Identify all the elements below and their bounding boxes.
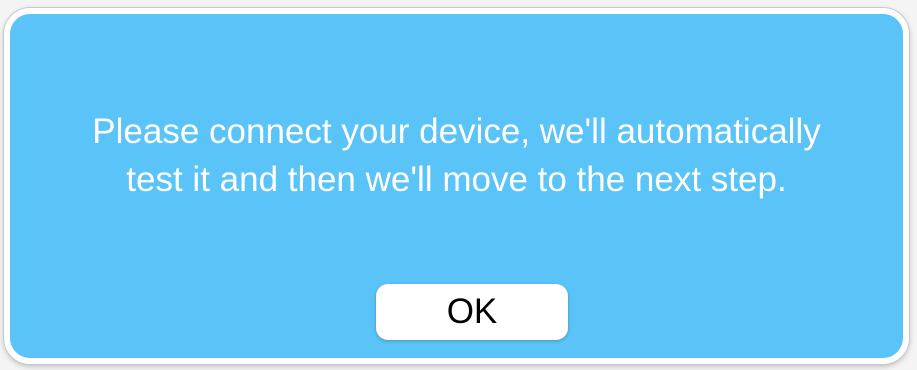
dialog-message: Please connect your device, we'll automa… bbox=[10, 108, 903, 204]
dialog-message-line-2: test it and then we'll move to the next … bbox=[126, 160, 787, 199]
ok-button[interactable]: OK bbox=[376, 284, 568, 340]
connect-device-dialog: Please connect your device, we'll automa… bbox=[4, 8, 909, 364]
screen: Please connect your device, we'll automa… bbox=[0, 0, 917, 370]
dialog-message-line-1: Please connect your device, we'll automa… bbox=[92, 112, 821, 151]
